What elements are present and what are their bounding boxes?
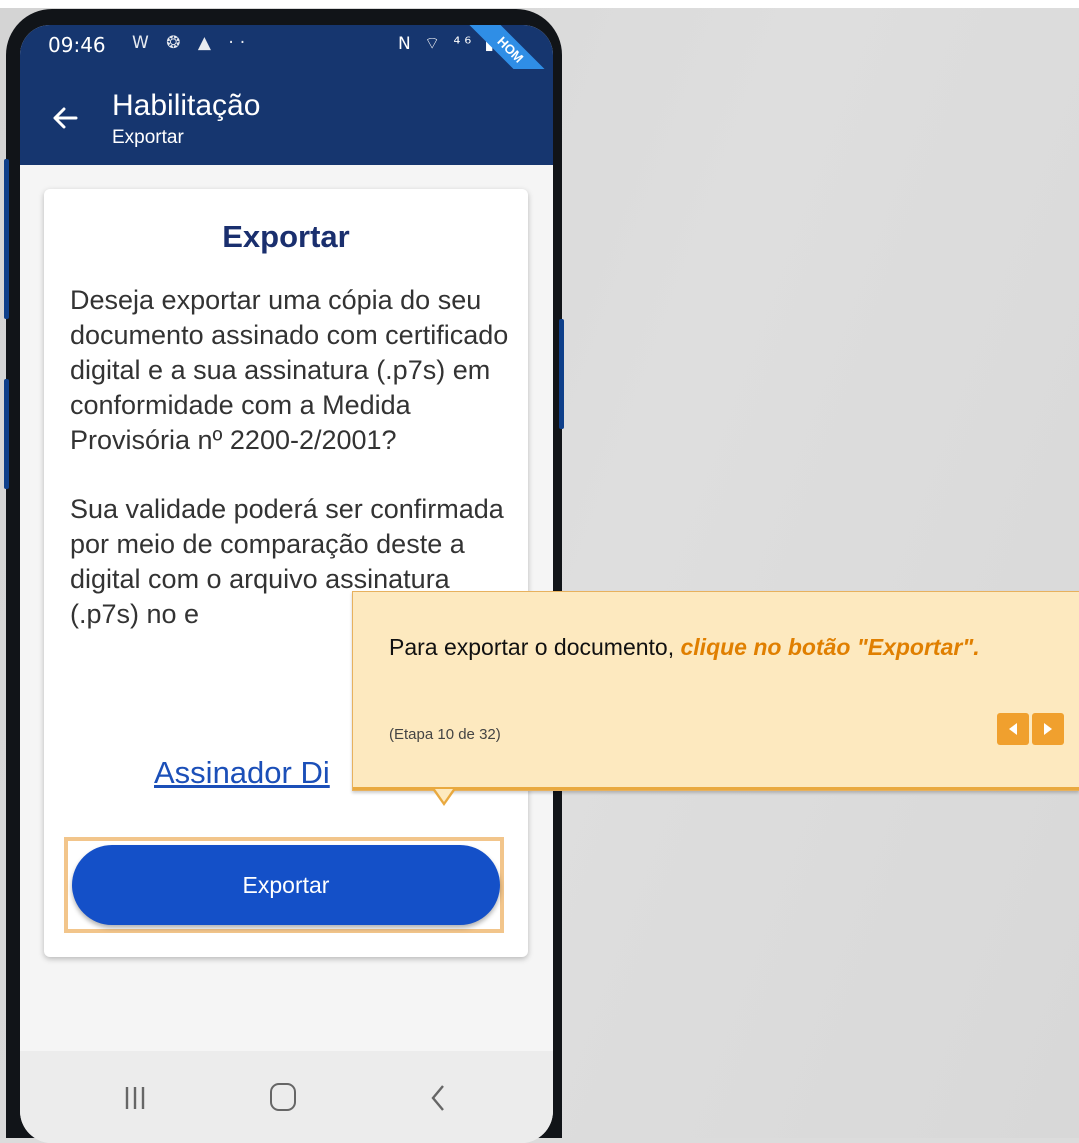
status-time: 09:46 — [48, 33, 106, 57]
card-paragraph: Deseja exportar uma cópia do seu documen… — [70, 285, 509, 455]
nav-back-icon[interactable] — [428, 1083, 448, 1113]
notification-icons: W ❂ ▲ ·· — [132, 33, 252, 53]
status-bar: 09:46 W ❂ ▲ ·· N ⌔ ⁴⁶ ▮ HOM — [20, 25, 553, 118]
export-button[interactable]: Exportar — [72, 845, 500, 925]
tooltip-text-emphasis: clique no botão "Exportar". — [680, 634, 980, 660]
tooltip-message: Para exportar o documento, clique no bot… — [389, 632, 1029, 663]
volume-button — [4, 159, 9, 319]
top-strip — [0, 0, 1079, 8]
previous-step-button[interactable] — [997, 713, 1029, 745]
phone-frame: 09:46 W ❂ ▲ ·· N ⌔ ⁴⁶ ▮ HOM Habilitação … — [4, 9, 564, 1143]
tooltip-bottom-border — [353, 787, 1079, 790]
tour-tooltip: Para exportar o documento, clique no bot… — [352, 591, 1079, 791]
export-card: Exportar Deseja exportar uma cópia do se… — [44, 189, 528, 957]
assinador-digital-link[interactable]: Assinador Di — [154, 755, 330, 791]
tooltip-navigation — [997, 713, 1064, 745]
tooltip-text-plain: Para exportar o documento, — [389, 634, 681, 660]
tooltip-step-counter: (Etapa 10 de 32) — [389, 726, 501, 743]
bixby-button — [4, 379, 9, 489]
app-bar-title: Habilitação — [112, 89, 261, 122]
app-bar-subtitle: Exportar — [112, 127, 184, 148]
power-button — [559, 319, 564, 429]
tooltip-pointer-fill — [435, 789, 453, 802]
app-bar: Habilitação Exportar — [20, 69, 553, 165]
arrow-left-icon — [1009, 723, 1017, 735]
next-step-button[interactable] — [1032, 713, 1064, 745]
home-icon[interactable] — [270, 1083, 296, 1111]
phone-screen: 09:46 W ❂ ▲ ·· N ⌔ ⁴⁶ ▮ HOM Habilitação … — [20, 25, 553, 1143]
recents-icon[interactable] — [124, 1085, 146, 1111]
arrow-right-icon — [1044, 723, 1052, 735]
back-arrow-icon[interactable] — [50, 103, 80, 133]
card-title: Exportar — [222, 219, 350, 254]
android-nav-bar — [20, 1051, 553, 1143]
